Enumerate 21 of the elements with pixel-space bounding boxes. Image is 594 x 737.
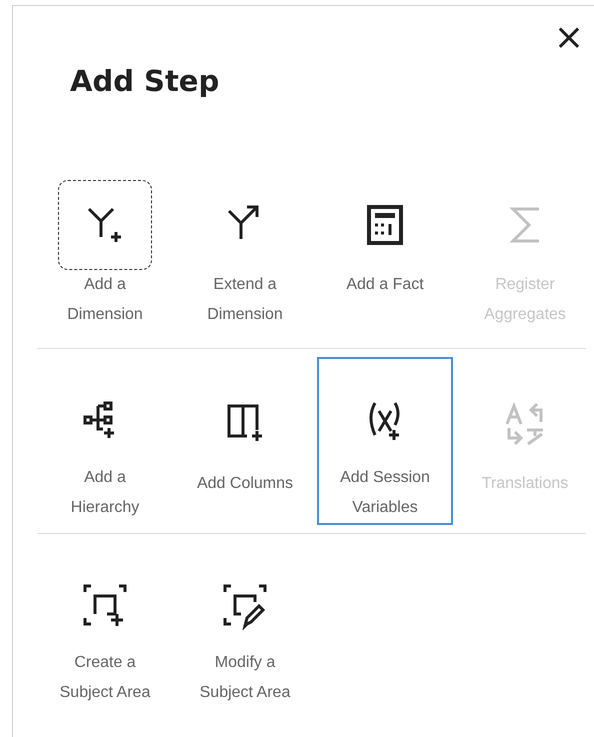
step-label: Translations — [480, 474, 570, 494]
close-button[interactable]: × — [550, 20, 588, 56]
step-label: Add a Hierarchy — [70, 468, 140, 518]
step-label: Add Session Variables — [339, 468, 431, 518]
step-option[interactable]: Modify a Subject Area — [177, 542, 313, 710]
dialog-title: Add Step — [70, 64, 220, 98]
step-label: Modify a Subject Area — [198, 653, 292, 703]
step-option[interactable]: Add a Dimension — [37, 172, 173, 340]
step-option[interactable]: Extend a Dimension — [177, 172, 313, 340]
step-label: Add Columns — [196, 474, 294, 494]
step-option[interactable]: Add Columns — [177, 357, 313, 525]
step-option[interactable]: Create a Subject Area — [37, 542, 173, 710]
step-option[interactable]: Add a Fact — [317, 172, 453, 340]
step-label: Create a Subject Area — [58, 653, 152, 703]
step-label: Register Aggregates — [483, 275, 567, 325]
frame-pencil-icon — [221, 582, 269, 630]
step-option[interactable]: Add Session Variables — [317, 357, 453, 525]
step-label: Add a Fact — [345, 275, 425, 295]
step-label: Add a Dimension — [66, 275, 144, 325]
step-option[interactable]: Add a Hierarchy — [37, 357, 173, 525]
step-label: Extend a Dimension — [206, 275, 284, 325]
